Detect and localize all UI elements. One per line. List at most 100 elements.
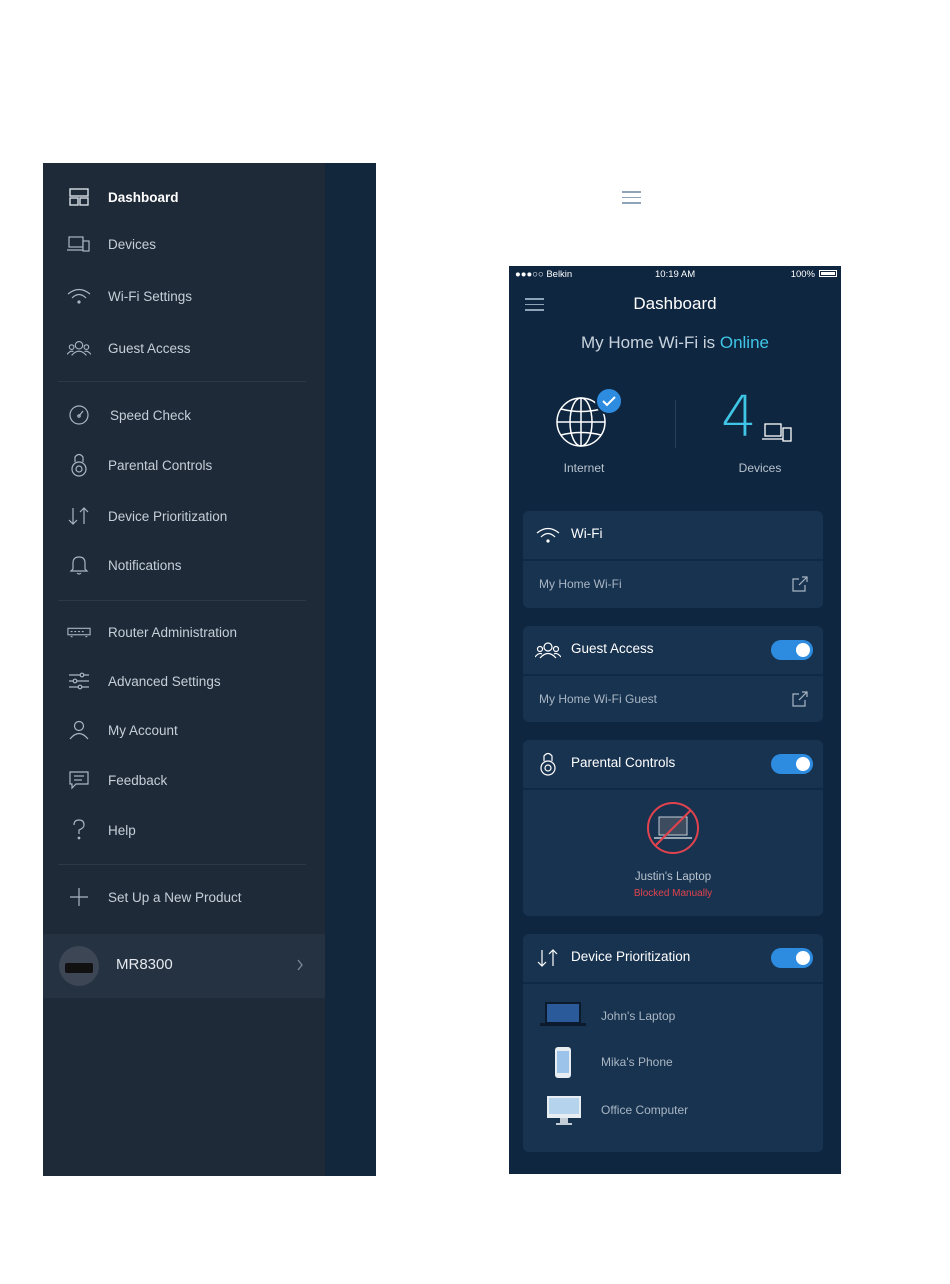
- menu-item-label: Help: [108, 822, 136, 838]
- wifi-icon: [535, 523, 561, 547]
- clock-label: 10:19 AM: [655, 269, 696, 280]
- parental-controls-toggle[interactable]: [771, 754, 813, 774]
- menu-backdrop-strip: [325, 163, 641, 1176]
- sliders-icon: [67, 669, 91, 693]
- priority-device-name: John's Laptop: [601, 1009, 676, 1023]
- menu-item-label: Devices: [108, 236, 157, 252]
- user-icon: [67, 718, 91, 742]
- status-bar: ●●●○○ Belkin 10:19 AM 100%: [509, 266, 841, 282]
- menu-item-help[interactable]: Help: [43, 810, 325, 850]
- speedometer-icon: [67, 403, 91, 427]
- network-status-prefix: My Home Wi-Fi is: [581, 333, 716, 352]
- device-prioritization-toggle[interactable]: [771, 948, 813, 968]
- menu-item-router-administration[interactable]: Router Administration: [43, 612, 325, 652]
- menu-item-label: Parental Controls: [108, 457, 213, 473]
- menu-item-label: Wi-Fi Settings: [108, 288, 193, 304]
- menu-item-label: Device Prioritization: [108, 508, 228, 524]
- menu-item-dashboard[interactable]: Dashboard: [43, 177, 325, 217]
- devices-label: Devices: [738, 461, 782, 475]
- page-title: Dashboard: [633, 294, 717, 313]
- menu-item-devices[interactable]: Devices: [43, 224, 325, 264]
- wifi-icon: [67, 284, 91, 308]
- wifi-card-title: Wi-Fi: [571, 526, 603, 541]
- router-icon: [67, 620, 91, 644]
- menu-item-speed-check[interactable]: Speed Check: [43, 395, 325, 435]
- guest-card-title: Guest Access: [571, 641, 654, 656]
- side-menu: Dashboard Devices Wi-Fi Settings Guest A…: [43, 163, 641, 1176]
- devices-status[interactable]: 4 Devices: [717, 390, 803, 476]
- menu-item-feedback[interactable]: Feedback: [43, 760, 325, 800]
- product-name: MR8300: [116, 956, 173, 973]
- guest-access-card: Guest Access My Home Wi-Fi Guest: [523, 626, 823, 722]
- phone-icon: [539, 1046, 587, 1080]
- menu-item-label: Guest Access: [108, 340, 191, 356]
- menu-item-label: Router Administration: [108, 624, 238, 640]
- wifi-card-header[interactable]: Wi-Fi: [523, 511, 823, 559]
- menu-item-advanced-settings[interactable]: Advanced Settings: [43, 661, 325, 701]
- guest-card-header[interactable]: Guest Access: [523, 626, 823, 674]
- menu-item-label: Advanced Settings: [108, 673, 221, 689]
- menu-item-my-account[interactable]: My Account: [43, 710, 325, 750]
- menu-item-notifications[interactable]: Notifications: [43, 545, 325, 585]
- arrows-icon: [535, 946, 561, 970]
- parental-controls-card: Parental Controls Justin's Laptop Blocke…: [523, 740, 823, 916]
- product-row[interactable]: MR8300: [43, 934, 325, 998]
- router-avatar: [59, 946, 99, 986]
- wifi-card: Wi-Fi My Home Wi-Fi: [523, 511, 823, 608]
- battery-label: 100%: [790, 269, 815, 280]
- devices-count: 4: [721, 385, 757, 450]
- blocked-device[interactable]: [523, 800, 823, 861]
- external-link-icon[interactable]: [792, 691, 808, 712]
- question-icon: [67, 818, 91, 842]
- devices-icon: [67, 232, 91, 256]
- guest-icon: [67, 336, 91, 360]
- desktop-icon: [539, 1094, 587, 1128]
- menu-item-label: Set Up a New Product: [108, 889, 242, 905]
- internet-status[interactable]: Internet: [549, 386, 623, 476]
- menu-item-label: Dashboard: [108, 189, 179, 205]
- guest-icon: [535, 638, 561, 662]
- parental-card-header[interactable]: Parental Controls: [523, 740, 823, 788]
- guest-network-row[interactable]: My Home Wi-Fi Guest: [523, 676, 823, 722]
- menu-toggle-icon[interactable]: [622, 191, 641, 205]
- checkmark-badge-icon: [595, 387, 623, 420]
- priority-device-row[interactable]: Mika's Phone: [523, 1042, 823, 1082]
- external-link-icon[interactable]: [792, 576, 808, 597]
- menu-divider: [58, 381, 306, 382]
- menu-item-guest-access[interactable]: Guest Access: [43, 328, 325, 368]
- menu-item-parental-controls[interactable]: Parental Controls: [43, 445, 325, 485]
- dashboard-icon: [67, 185, 91, 209]
- menu-item-label: Speed Check: [110, 407, 192, 423]
- carrier-label: ●●●○○ Belkin: [515, 269, 573, 280]
- card-separator: [523, 982, 823, 984]
- priority-device-row[interactable]: John's Laptop: [523, 996, 823, 1036]
- menu-item-wifi-settings[interactable]: Wi-Fi Settings: [43, 276, 325, 316]
- blocked-device-name: Justin's Laptop: [634, 871, 712, 883]
- internet-label: Internet: [563, 461, 605, 475]
- menu-item-device-prioritization[interactable]: Device Prioritization: [43, 496, 325, 536]
- parental-card-title: Parental Controls: [571, 755, 676, 770]
- lock-icon: [67, 453, 91, 477]
- chevron-right-icon: [296, 958, 304, 977]
- arrows-icon: [67, 504, 91, 528]
- menu-divider: [58, 600, 306, 601]
- chat-icon: [67, 768, 91, 792]
- battery-icon: [819, 270, 837, 277]
- network-status: My Home Wi-Fi is Online: [509, 333, 841, 353]
- priority-device-name: Office Computer: [601, 1103, 689, 1117]
- menu-item-set-up-new-product[interactable]: Set Up a New Product: [43, 877, 325, 917]
- prioritization-card-header[interactable]: Device Prioritization: [523, 934, 823, 982]
- plus-icon: [67, 885, 91, 909]
- menu-item-label: Feedback: [108, 772, 168, 788]
- priority-device-row[interactable]: Office Computer: [523, 1090, 823, 1130]
- devices-icon: [761, 420, 793, 449]
- guest-access-toggle[interactable]: [771, 640, 813, 660]
- lock-icon: [535, 752, 561, 776]
- blocked-device-state: Blocked Manually: [633, 888, 713, 899]
- card-separator: [523, 788, 823, 790]
- guest-network-name: My Home Wi-Fi Guest: [539, 692, 658, 706]
- wifi-network-row[interactable]: My Home Wi-Fi: [523, 561, 823, 607]
- menu-item-label: Notifications: [108, 557, 182, 573]
- bell-icon: [67, 553, 91, 577]
- prioritization-card-title: Device Prioritization: [571, 949, 691, 964]
